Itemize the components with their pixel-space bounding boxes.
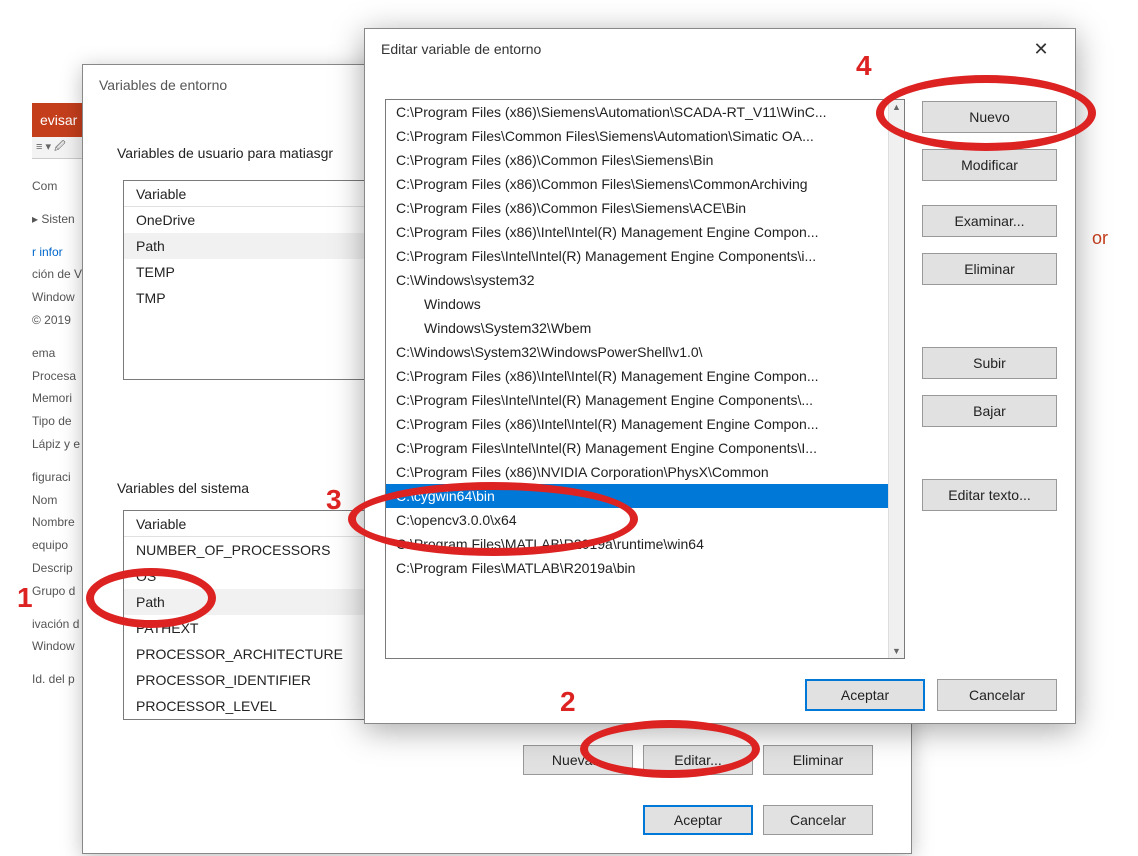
path-row[interactable]: C:\Program Files\Intel\Intel(R) Manageme… xyxy=(386,388,904,412)
aceptar-child-button[interactable]: Aceptar xyxy=(805,679,925,711)
path-row[interactable]: C:\Program Files (x86)\Siemens\Automatio… xyxy=(386,100,904,124)
user-vars-group-label: Variables de usuario para matiasgr xyxy=(113,145,337,161)
path-row[interactable]: C:\Program Files (x86)\Intel\Intel(R) Ma… xyxy=(386,364,904,388)
examinar-button[interactable]: Examinar... xyxy=(922,205,1057,237)
path-row[interactable]: Windows xyxy=(386,292,904,316)
aceptar-button[interactable]: Aceptar xyxy=(643,805,753,835)
editar-button[interactable]: Editar... xyxy=(643,745,753,775)
path-row[interactable]: C:\Windows\System32\WindowsPowerShell\v1… xyxy=(386,340,904,364)
system-vars-group-label: Variables del sistema xyxy=(113,480,253,496)
path-row[interactable]: C:\Program Files (x86)\NVIDIA Corporatio… xyxy=(386,460,904,484)
close-icon[interactable]: ✕ xyxy=(1021,39,1061,60)
scrollbar[interactable] xyxy=(888,100,904,658)
annotation-number-1: 1 xyxy=(17,582,33,614)
edit-env-var-window: Editar variable de entorno ✕ C:\Program … xyxy=(364,28,1076,724)
path-row[interactable]: C:\Program Files (x86)\Intel\Intel(R) Ma… xyxy=(386,412,904,436)
cancelar-button[interactable]: Cancelar xyxy=(763,805,873,835)
path-list[interactable]: C:\Program Files (x86)\Siemens\Automatio… xyxy=(385,99,905,659)
path-row[interactable]: C:\Program Files\MATLAB\R2019a\runtime\w… xyxy=(386,532,904,556)
path-row[interactable]: C:\Windows\system32 xyxy=(386,268,904,292)
modificar-button[interactable]: Modificar xyxy=(922,149,1057,181)
subir-button[interactable]: Subir xyxy=(922,347,1057,379)
path-row[interactable]: C:\Program Files\Intel\Intel(R) Manageme… xyxy=(386,436,904,460)
eliminar-path-button[interactable]: Eliminar xyxy=(922,253,1057,285)
bajar-button[interactable]: Bajar xyxy=(922,395,1057,427)
path-row[interactable]: C:\opencv3.0.0\x64 xyxy=(386,508,904,532)
path-row[interactable]: C:\Program Files (x86)\Common Files\Siem… xyxy=(386,172,904,196)
editar-texto-button[interactable]: Editar texto... xyxy=(922,479,1057,511)
path-row[interactable]: C:\Program Files (x86)\Intel\Intel(R) Ma… xyxy=(386,220,904,244)
nueva-button[interactable]: Nueva... xyxy=(523,745,633,775)
path-row[interactable]: C:\Program Files (x86)\Common Files\Siem… xyxy=(386,148,904,172)
path-row[interactable]: C:\Program Files\Intel\Intel(R) Manageme… xyxy=(386,244,904,268)
bg-right-fragment: or xyxy=(1092,228,1108,249)
path-row[interactable]: C:\cygwin64\bin xyxy=(386,484,904,508)
nuevo-button[interactable]: Nuevo xyxy=(922,101,1057,133)
eliminar-button[interactable]: Eliminar xyxy=(763,745,873,775)
path-row[interactable]: C:\Program Files\MATLAB\R2019a\bin xyxy=(386,556,904,580)
path-row[interactable]: C:\Program Files\Common Files\Siemens\Au… xyxy=(386,124,904,148)
cancelar-child-button[interactable]: Cancelar xyxy=(937,679,1057,711)
path-row[interactable]: C:\Program Files (x86)\Common Files\Siem… xyxy=(386,196,904,220)
path-row[interactable]: Windows\System32\Wbem xyxy=(386,316,904,340)
edit-env-var-title: Editar variable de entorno xyxy=(381,41,541,57)
